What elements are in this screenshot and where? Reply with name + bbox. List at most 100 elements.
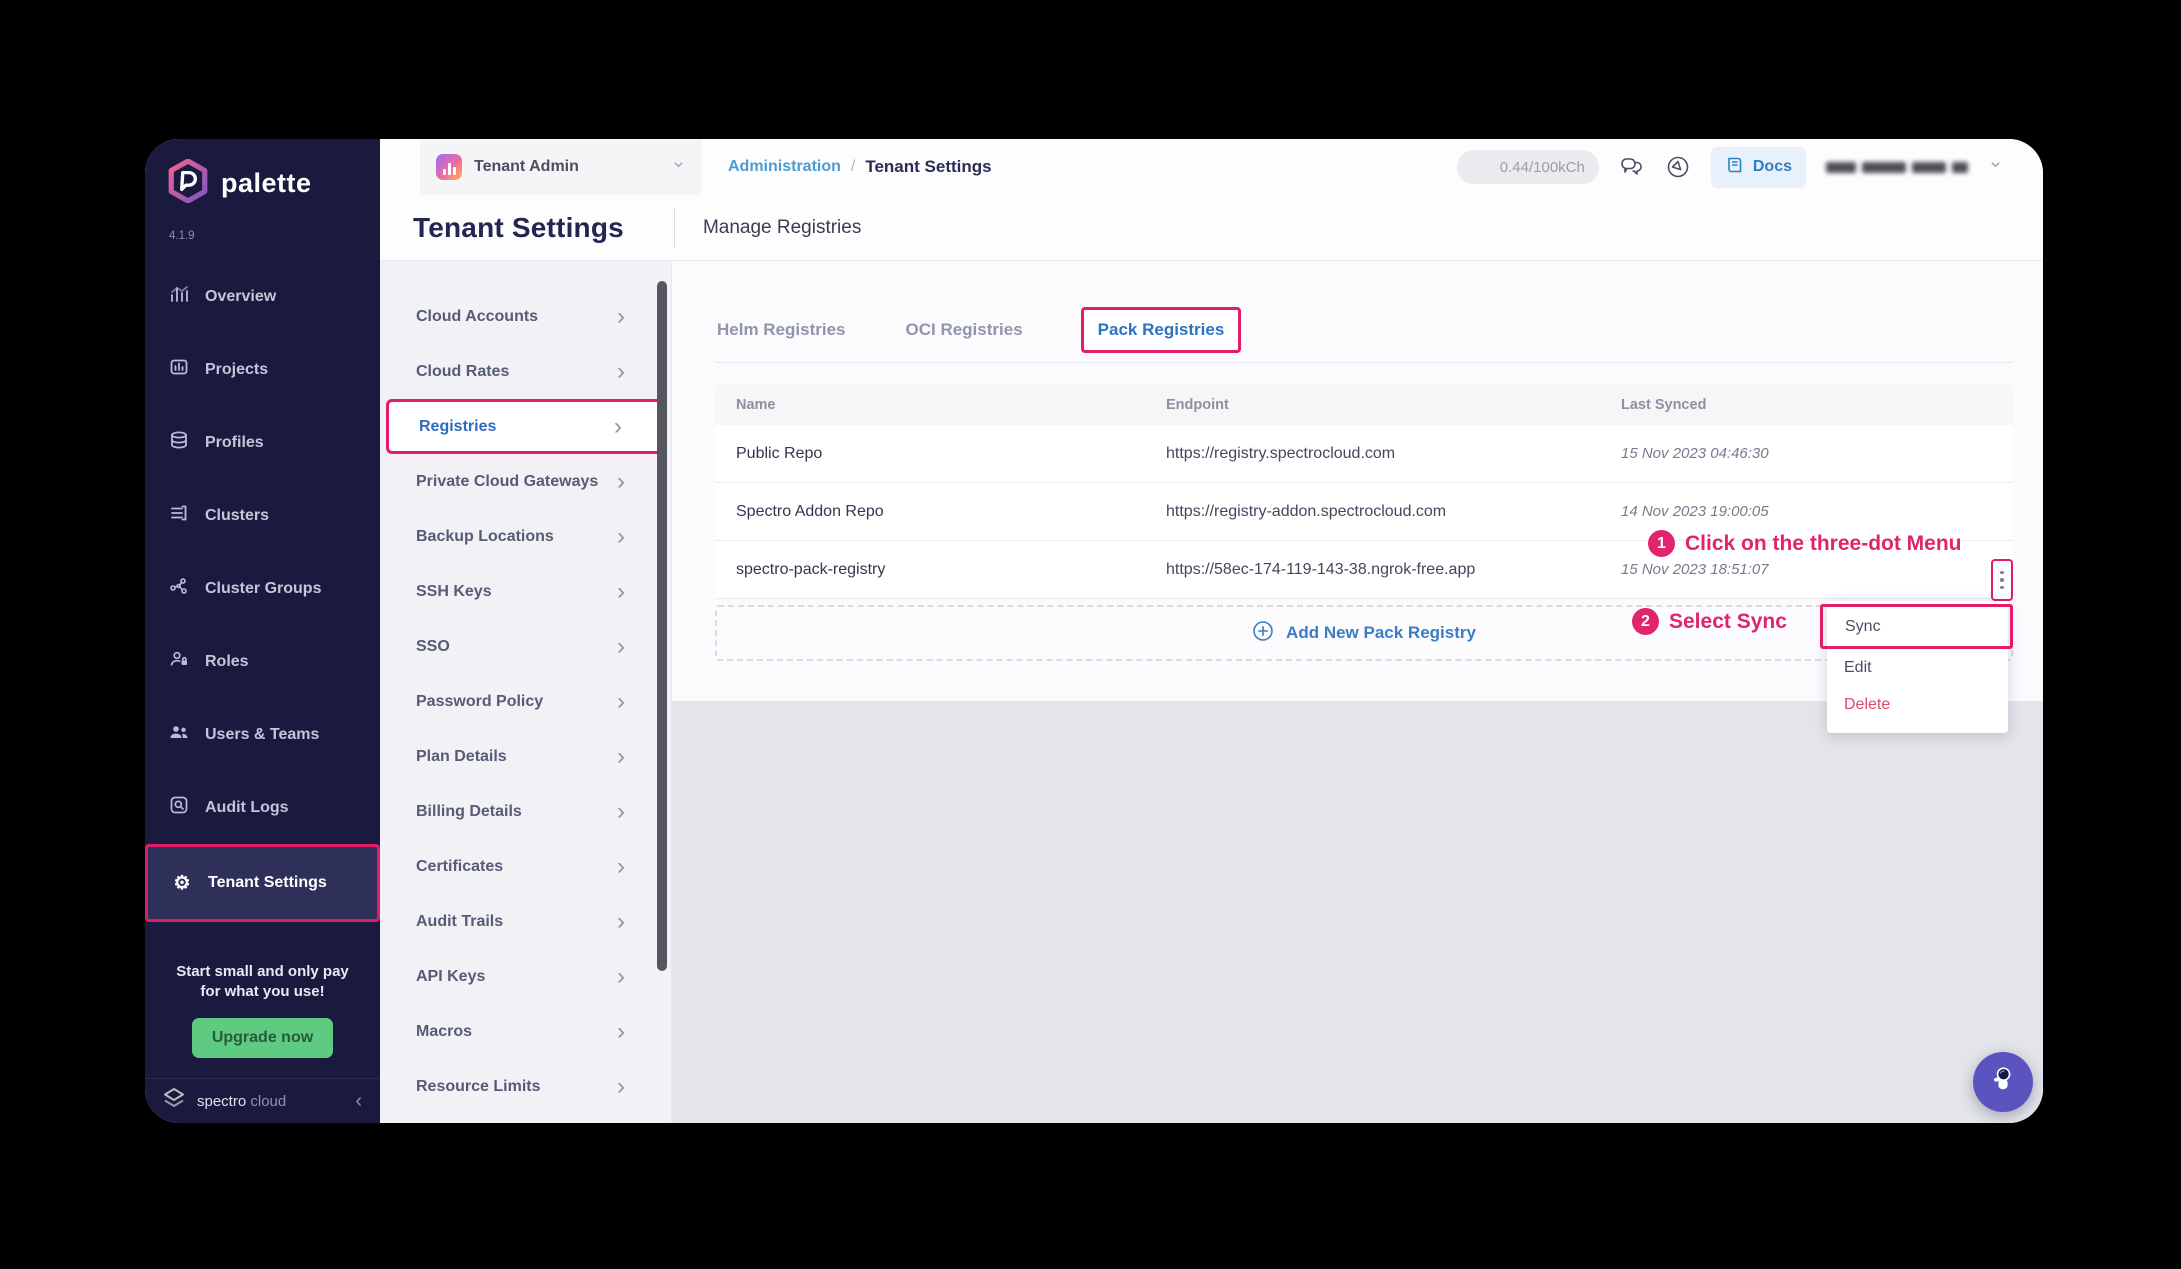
scope-selector[interactable]: Tenant Admin	[420, 139, 702, 195]
settings-item-ssh-keys[interactable]: SSH Keys›	[386, 564, 665, 619]
settings-nav-scrollbar[interactable]	[657, 281, 667, 971]
promo-line1: Start small and only pay	[145, 962, 380, 982]
breadcrumb-current: Tenant Settings	[865, 157, 991, 177]
chevron-right-icon: ›	[617, 305, 625, 329]
breadcrumb-separator: /	[851, 158, 855, 176]
sidebar-item-profiles[interactable]: Profiles	[145, 406, 380, 479]
tab-pack-registries[interactable]: Pack Registries	[1081, 307, 1242, 353]
settings-item-api-keys[interactable]: API Keys ›	[386, 949, 665, 1004]
sidebar-item-users-teams[interactable]: Users & Teams	[145, 698, 380, 771]
collapse-sidebar-icon[interactable]: ‹	[355, 1091, 362, 1111]
chevron-right-icon: ›	[617, 745, 625, 769]
sidebar-item-projects[interactable]: Projects	[145, 333, 380, 406]
settings-item-label: Audit Trails	[416, 913, 503, 931]
upgrade-now-button[interactable]: Upgrade now	[192, 1018, 333, 1058]
title-divider	[674, 208, 675, 248]
app-window: palette 4.1.9 Overview Projects Profiles…	[145, 139, 2043, 1123]
sidebar-item-clusters[interactable]: Clusters	[145, 479, 380, 552]
settings-item-backup-locations[interactable]: Backup Locations›	[386, 509, 665, 564]
sidebar-item-label: Roles	[205, 653, 249, 671]
registry-last-synced: 15 Nov 2023 04:46:30	[1621, 445, 2013, 462]
compass-icon[interactable]	[1665, 154, 1691, 180]
registry-endpoint: https://registry.spectrocloud.com	[1166, 445, 1621, 463]
settings-item-private-cloud-gateways[interactable]: Private Cloud Gateways›	[386, 454, 665, 509]
settings-item-plan-details[interactable]: Plan Details ›	[386, 729, 665, 784]
settings-item-label: SSH Keys	[416, 583, 492, 601]
assistant-fab-button[interactable]	[1973, 1052, 2033, 1112]
upgrade-promo: Start small and only pay for what you us…	[145, 962, 380, 1059]
page-subtitle: Manage Registries	[703, 217, 861, 239]
settings-item-label: Plan Details	[416, 748, 507, 766]
docs-label: Docs	[1753, 158, 1792, 176]
add-new-label: Add New Pack Registry	[1286, 623, 1476, 643]
page-title: Tenant Settings	[413, 212, 624, 244]
roles-person-lock-icon	[169, 649, 189, 674]
users-teams-icon	[169, 722, 189, 747]
settings-item-audit-trails[interactable]: Audit Trails ›	[386, 894, 665, 949]
sidebar-item-cluster-groups[interactable]: Cluster Groups	[145, 552, 380, 625]
sidebar-item-label: Projects	[205, 361, 268, 379]
registry-endpoint: https://58ec-174-119-143-38.ngrok-free.a…	[1166, 561, 1621, 579]
settings-item-label: API Keys	[416, 968, 485, 986]
sidebar-item-tenant-settings[interactable]: ⚙ Tenant Settings	[145, 844, 380, 922]
chevron-right-icon: ›	[617, 965, 625, 989]
cluster-groups-icon	[169, 576, 189, 601]
chevron-right-icon: ›	[617, 910, 625, 934]
user-menu-chevron-icon[interactable]	[1988, 157, 2003, 177]
tenant-admin-icon	[436, 154, 462, 180]
column-last-synced: Last Synced	[1621, 397, 2013, 413]
content-row: Cloud Accounts› Cloud Rates› Registries›…	[380, 261, 2043, 1123]
row-context-menu: Sync Edit Delete	[1827, 601, 2008, 733]
menu-item-delete[interactable]: Delete	[1827, 686, 2008, 723]
sidebar-item-audit-logs[interactable]: Audit Logs	[145, 771, 380, 844]
page-background	[672, 701, 2043, 1123]
chevron-right-icon: ›	[617, 690, 625, 714]
chat-icon[interactable]	[1619, 154, 1645, 180]
tab-oci-registries[interactable]: OCI Registries	[904, 310, 1025, 350]
chevron-right-icon: ›	[617, 470, 625, 494]
user-account-redacted[interactable]	[1826, 162, 1968, 173]
astronaut-icon	[1989, 1065, 2017, 1100]
plus-circle-icon	[1252, 620, 1274, 647]
sidebar-item-roles[interactable]: Roles	[145, 625, 380, 698]
settings-item-cloud-rates[interactable]: Cloud Rates›	[386, 344, 665, 399]
settings-item-sso[interactable]: SSO›	[386, 619, 665, 674]
column-name: Name	[736, 397, 1166, 413]
step-1-badge: 1	[1648, 530, 1675, 557]
tab-helm-registries[interactable]: Helm Registries	[715, 310, 848, 350]
table-header: Name Endpoint Last Synced	[715, 385, 2013, 425]
settings-item-cloud-accounts[interactable]: Cloud Accounts›	[386, 289, 665, 344]
sidebar-item-label: Profiles	[205, 434, 264, 452]
column-endpoint: Endpoint	[1166, 397, 1621, 413]
settings-item-billing-details[interactable]: Billing Details›	[386, 784, 665, 839]
settings-item-label: Certificates	[416, 858, 503, 876]
sidebar-item-label: Cluster Groups	[205, 580, 321, 598]
page-header: Tenant Settings Manage Registries	[380, 195, 2043, 261]
registry-name: spectro-pack-registry	[736, 561, 1166, 579]
promo-line2: for what you use!	[145, 982, 380, 1002]
three-dot-menu-icon[interactable]	[1991, 559, 2013, 601]
settings-item-password-policy[interactable]: Password Policy›	[386, 674, 665, 729]
step-1-text: Click on the three-dot Menu	[1685, 532, 1962, 556]
topbar: Tenant Admin Administration / Tenant Set…	[380, 139, 2043, 195]
breadcrumb-administration[interactable]: Administration	[728, 158, 841, 176]
settings-item-certificates[interactable]: Certificates ›	[386, 839, 665, 894]
right-column: Tenant Admin Administration / Tenant Set…	[380, 139, 2043, 1123]
settings-item-macros[interactable]: Macros›	[386, 1004, 665, 1059]
add-new-pack-registry-button[interactable]: Add New Pack Registry	[715, 605, 2013, 661]
chevron-right-icon: ›	[617, 800, 625, 824]
menu-item-sync[interactable]: Sync	[1820, 604, 2013, 649]
chevron-right-icon: ›	[617, 855, 625, 879]
wordmark-primary: spectro	[197, 1093, 246, 1110]
settings-item-registries[interactable]: Registries›	[386, 399, 665, 454]
menu-item-edit[interactable]: Edit	[1827, 649, 2008, 686]
registry-endpoint: https://registry-addon.spectrocloud.com	[1166, 503, 1621, 521]
brand-name: palette	[221, 168, 312, 199]
sidebar-item-overview[interactable]: Overview	[145, 260, 380, 333]
table-row[interactable]: Public Repo https://registry.spectroclou…	[715, 425, 2013, 483]
scope-label: Tenant Admin	[474, 158, 659, 176]
settings-item-resource-limits[interactable]: Resource Limits›	[386, 1059, 665, 1114]
docs-button[interactable]: Docs	[1711, 147, 1806, 188]
annotation-step-1: 1 Click on the three-dot Menu	[1648, 530, 1962, 557]
spectro-cloud-wordmark: spectro cloud	[197, 1093, 286, 1110]
